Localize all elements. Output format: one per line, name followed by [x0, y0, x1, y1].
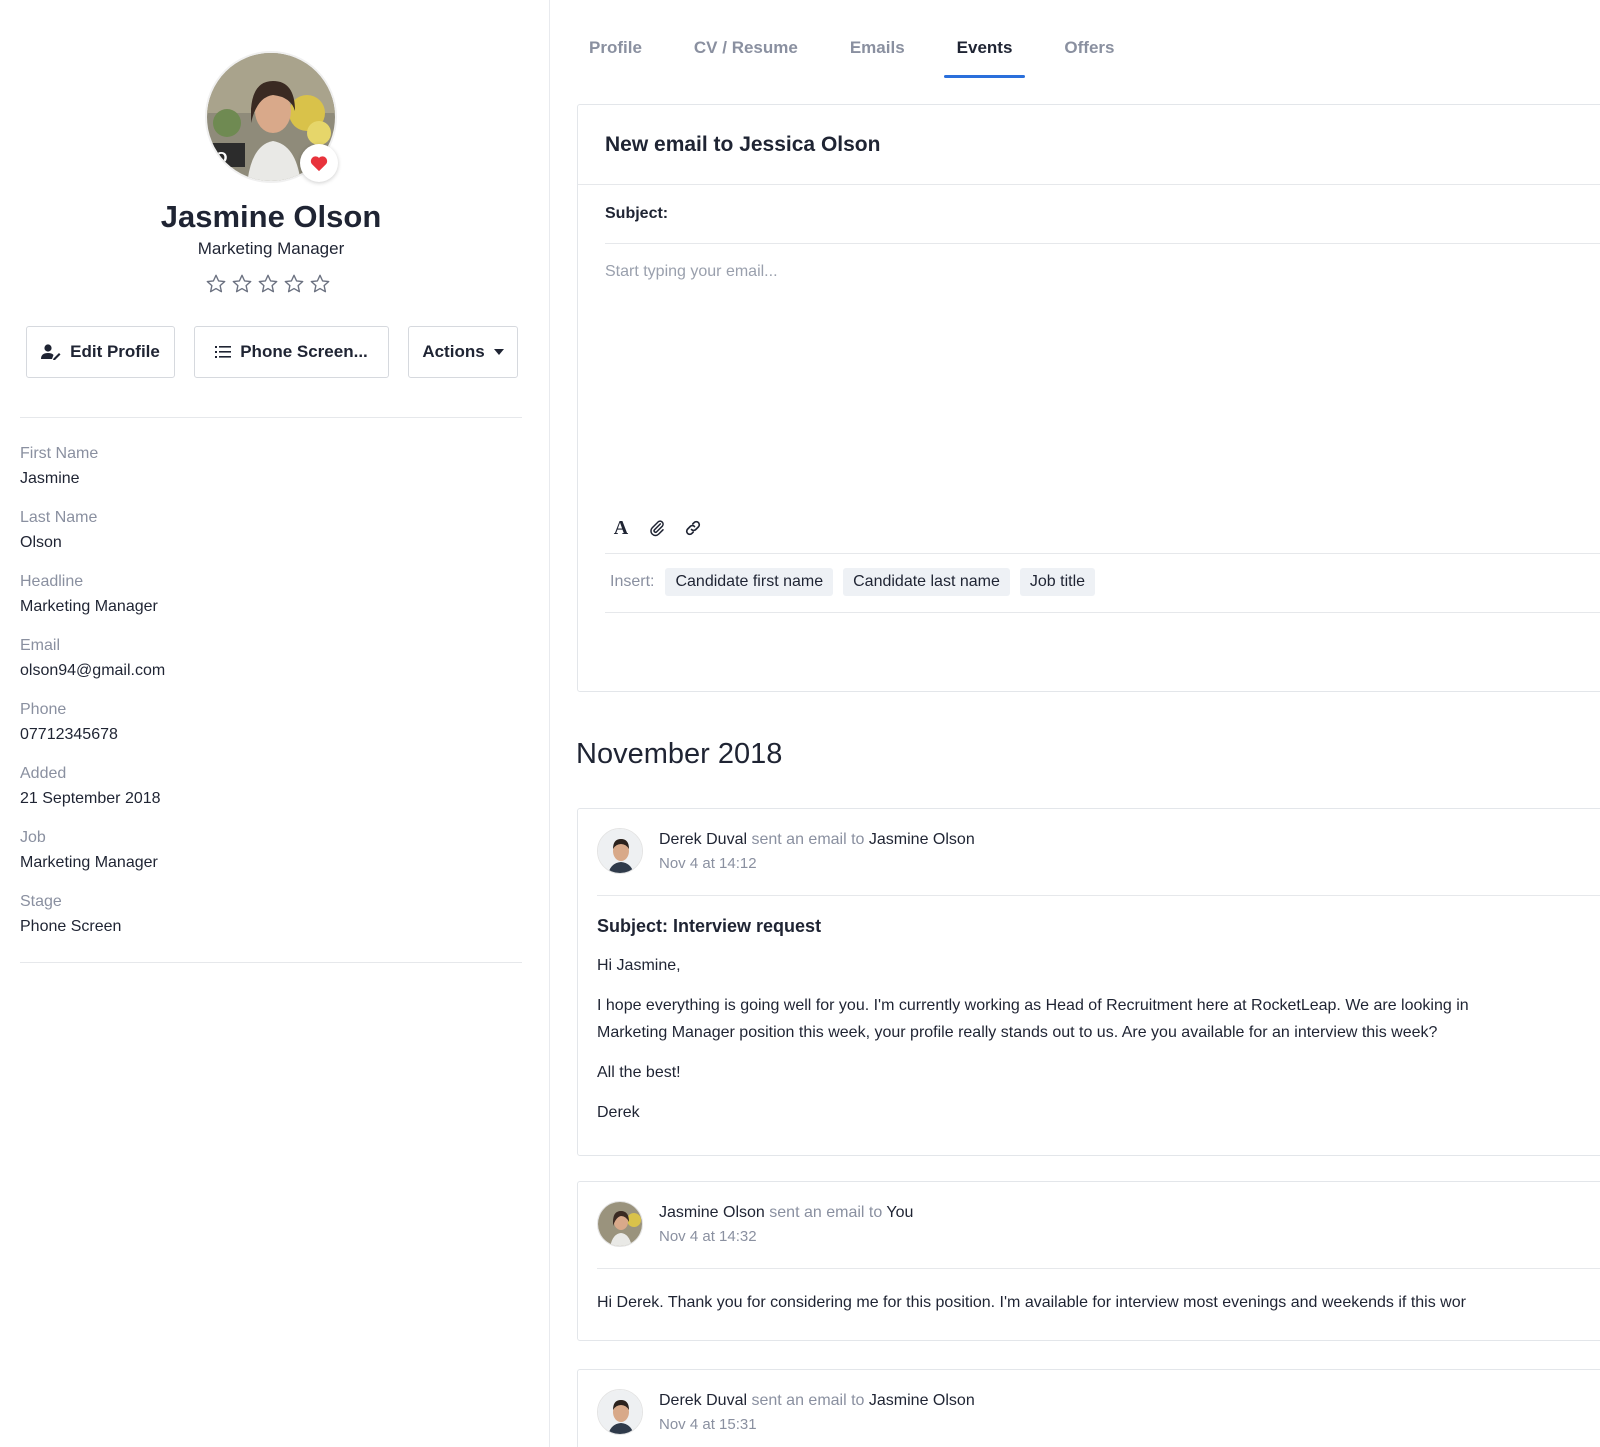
- divider: [20, 962, 522, 963]
- star-icon[interactable]: [309, 273, 331, 295]
- candidate-name: Jasmine Olson: [160, 199, 382, 234]
- field-label-stage: Stage: [20, 893, 62, 910]
- event-verb: sent an email to: [751, 1392, 865, 1409]
- star-icon[interactable]: [257, 273, 279, 295]
- event-timestamp: Nov 4 at 15:31: [659, 1416, 757, 1433]
- candidate-avatar-wrap: O: [205, 51, 338, 183]
- compose-toolbar: A: [611, 517, 703, 539]
- field-value-email[interactable]: olson94@gmail.com: [20, 662, 165, 680]
- divider: [578, 184, 1600, 185]
- event-target[interactable]: You: [886, 1204, 913, 1221]
- insert-merge-fields: Insert: Candidate first name Candidate l…: [610, 568, 1096, 596]
- field-label-phone: Phone: [20, 701, 67, 718]
- email-subject: Subject: Interview request: [597, 916, 822, 936]
- actions-dropdown-button[interactable]: Actions: [408, 326, 518, 378]
- email-body-line: All the best!: [597, 1064, 681, 1081]
- event-summary: Derek Duval sent an email to Jasmine Ols…: [659, 831, 975, 849]
- user-edit-icon: [41, 344, 61, 360]
- email-body-line: Hi Derek. Thank you for considering me f…: [597, 1294, 1466, 1311]
- divider: [605, 243, 1600, 244]
- stage-button[interactable]: Phone Screen...: [194, 326, 389, 378]
- edit-profile-label: Edit Profile: [70, 342, 160, 361]
- link-icon[interactable]: [683, 518, 703, 538]
- email-body-line: Hi Jasmine,: [597, 957, 681, 974]
- candidate-headline: Marketing Manager: [197, 239, 345, 258]
- field-value-last-name: Olson: [20, 534, 62, 551]
- email-body-input[interactable]: [605, 263, 1585, 463]
- insert-label: Insert:: [610, 573, 655, 590]
- tab-events[interactable]: Events: [943, 38, 1026, 78]
- star-icon[interactable]: [205, 273, 227, 295]
- insert-chip-job-title[interactable]: Job title: [1019, 568, 1096, 596]
- event-target[interactable]: Jasmine Olson: [869, 1392, 975, 1409]
- field-label-headline: Headline: [20, 573, 84, 590]
- field-label-last-name: Last Name: [20, 509, 98, 526]
- star-icon[interactable]: [283, 273, 305, 295]
- field-label-added: Added: [20, 765, 67, 782]
- avatar[interactable]: [597, 1201, 643, 1247]
- avatar[interactable]: [597, 828, 643, 874]
- field-label-job: Job: [20, 829, 46, 846]
- tab-emails[interactable]: Emails: [850, 38, 905, 78]
- actions-label: Actions: [422, 342, 485, 361]
- compose-title: New email to Jessica Olson: [605, 133, 881, 156]
- paperclip-icon[interactable]: [647, 518, 667, 538]
- event-card: Jasmine Olson sent an email to You Nov 4…: [577, 1181, 1600, 1341]
- insert-chip-candidate-last-name[interactable]: Candidate last name: [843, 568, 1010, 596]
- divider: [597, 1268, 1600, 1269]
- event-summary: Derek Duval sent an email to Jasmine Ols…: [659, 1392, 975, 1410]
- field-value-stage: Phone Screen: [20, 918, 122, 935]
- email-body-line: Marketing Manager position this week, yo…: [597, 1024, 1438, 1041]
- month-heading: November 2018: [576, 738, 783, 770]
- event-verb: sent an email to: [751, 831, 865, 848]
- star-rating[interactable]: [205, 273, 331, 295]
- divider: [605, 553, 1600, 554]
- field-value-phone[interactable]: 07712345678: [20, 726, 118, 744]
- candidate-sidebar: O Jasmine Olson Marketing Manager Edit P…: [0, 0, 550, 1447]
- tab-offers[interactable]: Offers: [1064, 38, 1114, 78]
- event-verb: sent an email to: [769, 1204, 883, 1221]
- field-value-added: 21 September 2018: [20, 790, 161, 807]
- email-body-line: Derek: [597, 1104, 640, 1121]
- field-value-headline: Marketing Manager: [20, 598, 158, 615]
- stage-button-label: Phone Screen...: [240, 342, 368, 361]
- field-value-first-name: Jasmine: [20, 470, 80, 487]
- event-timestamp: Nov 4 at 14:12: [659, 855, 757, 872]
- tab-profile[interactable]: Profile: [589, 38, 642, 78]
- favorite-heart-icon[interactable]: [300, 144, 338, 182]
- divider: [605, 612, 1600, 613]
- email-compose-card: New email to Jessica Olson Subject: A In…: [577, 104, 1600, 692]
- svg-text:O: O: [215, 150, 227, 167]
- event-card: Derek Duval sent an email to Jasmine Ols…: [577, 808, 1600, 1156]
- divider: [20, 417, 522, 418]
- email-body-line: I hope everything is going well for you.…: [597, 997, 1469, 1014]
- tab-cv-resume[interactable]: CV / Resume: [694, 38, 798, 78]
- star-icon[interactable]: [231, 273, 253, 295]
- event-actor[interactable]: Jasmine Olson: [659, 1204, 765, 1221]
- text-format-icon[interactable]: A: [611, 517, 631, 539]
- event-actor[interactable]: Derek Duval: [659, 1392, 747, 1409]
- edit-profile-button[interactable]: Edit Profile: [26, 326, 175, 378]
- subject-field[interactable]: Subject:: [605, 205, 668, 223]
- insert-chip-candidate-first-name[interactable]: Candidate first name: [665, 568, 834, 596]
- list-icon: [215, 346, 232, 358]
- event-timestamp: Nov 4 at 14:32: [659, 1228, 757, 1245]
- field-value-job: Marketing Manager: [20, 854, 158, 871]
- field-label-first-name: First Name: [20, 445, 99, 462]
- event-target[interactable]: Jasmine Olson: [869, 831, 975, 848]
- avatar[interactable]: [597, 1389, 643, 1435]
- tab-bar: Profile CV / Resume Emails Events Offers: [589, 38, 1166, 78]
- caret-down-icon: [493, 349, 504, 355]
- divider: [597, 895, 1600, 896]
- event-summary: Jasmine Olson sent an email to You: [659, 1204, 913, 1222]
- event-actor[interactable]: Derek Duval: [659, 831, 747, 848]
- field-label-email: Email: [20, 637, 61, 654]
- event-card: Derek Duval sent an email to Jasmine Ols…: [577, 1369, 1600, 1447]
